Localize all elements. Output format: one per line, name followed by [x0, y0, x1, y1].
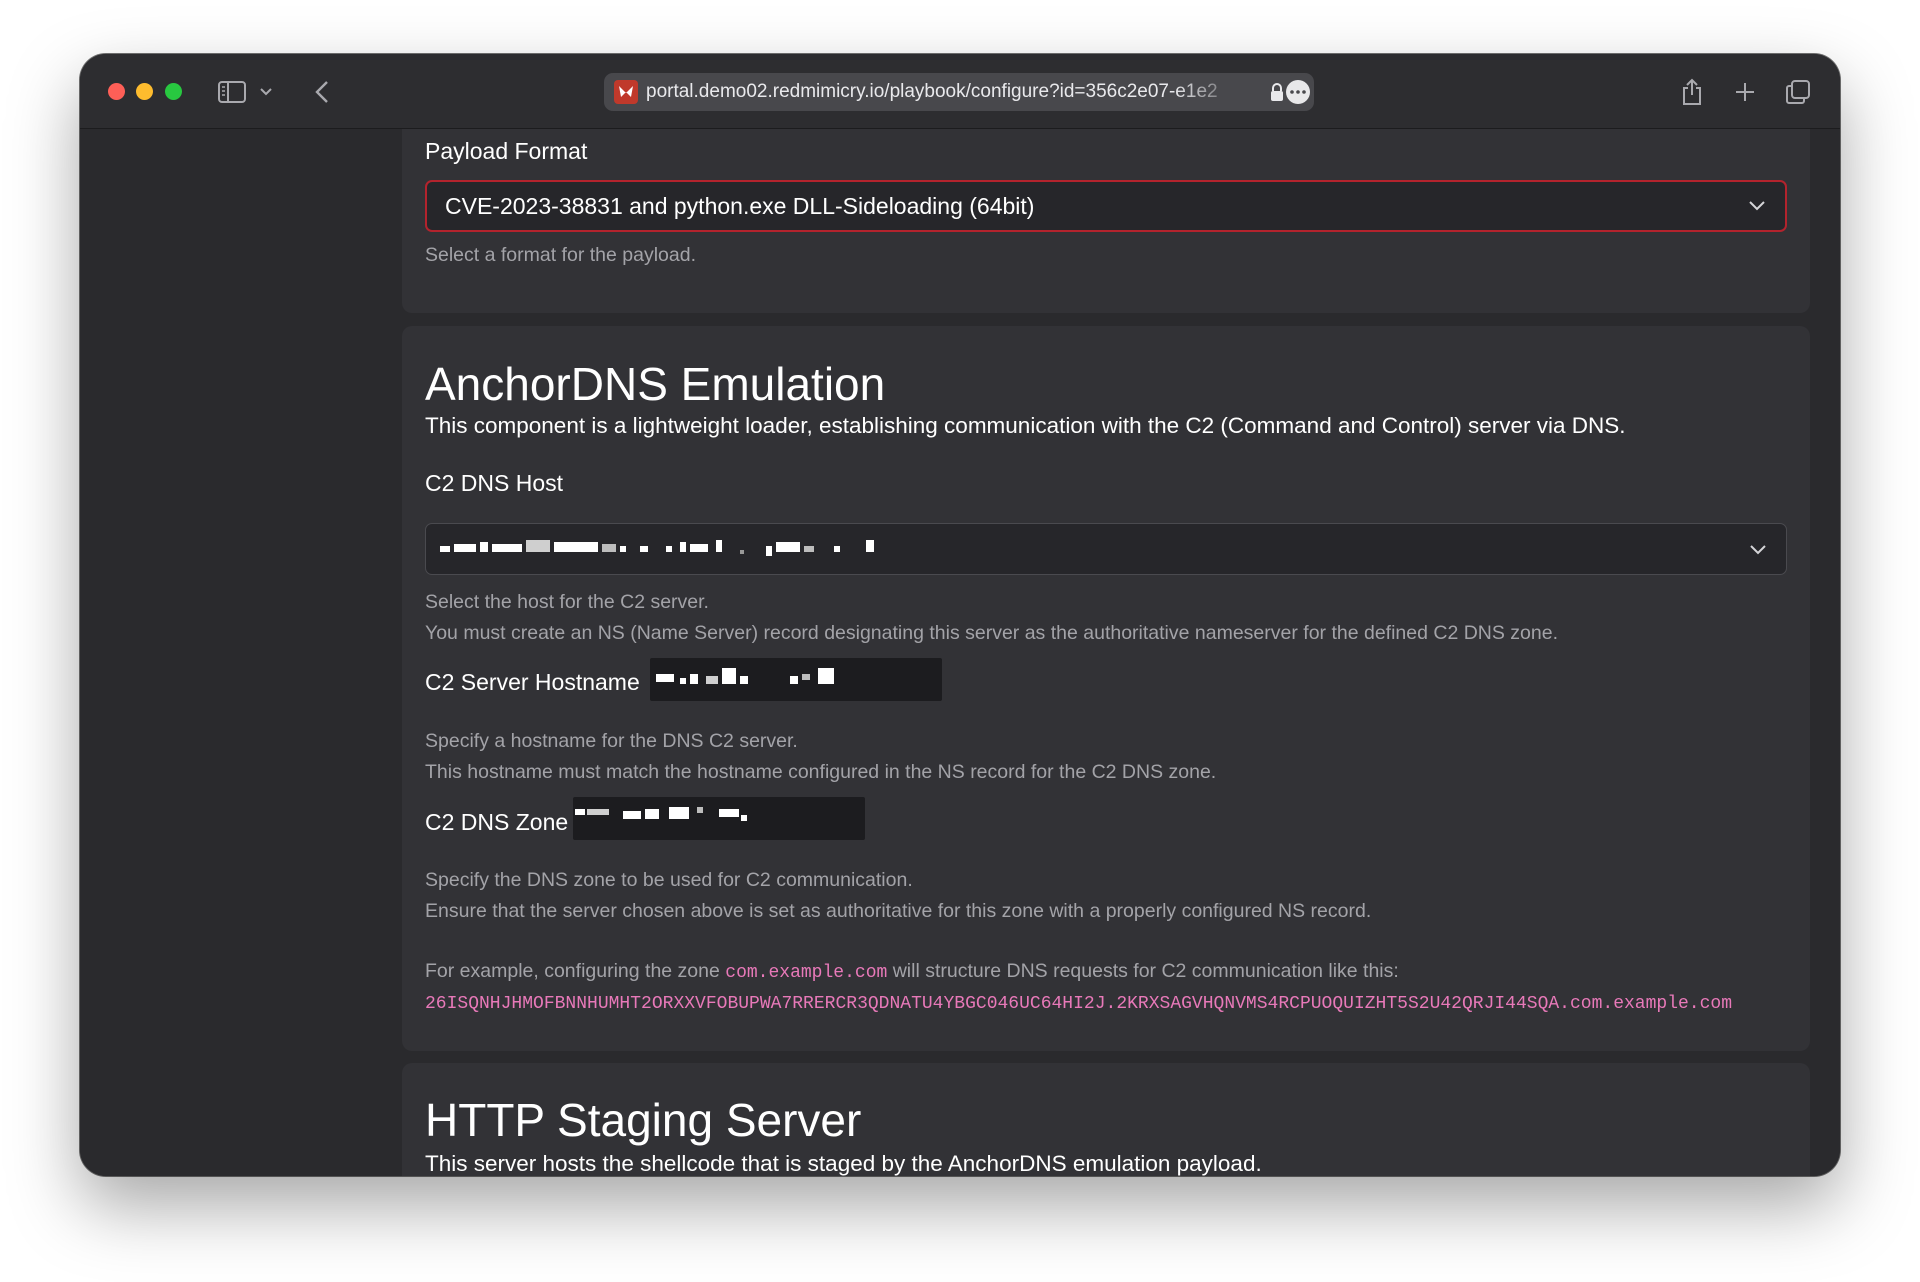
dns-example-request: 26ISQNHJHMOFBNNHUMHT2ORXXVFOBUPWA7RRERCR… — [425, 987, 1732, 1020]
dns-example-text: For example, configuring the zone com.ex… — [425, 956, 1399, 989]
c2-server-hostname-help-2: This hostname must match the hostname co… — [425, 761, 1217, 783]
payload-format-label: Payload Format — [425, 138, 588, 164]
payload-format-help: Select a format for the payload. — [425, 244, 696, 266]
payload-format-value: CVE-2023-38831 and python.exe DLL-Sidelo… — [445, 193, 1035, 219]
redacted-host-value — [440, 538, 960, 560]
lock-icon — [1270, 82, 1284, 107]
c2-server-hostname-label: C2 Server Hostname — [425, 669, 640, 695]
dns-example-zone-code: com.example.com — [725, 963, 888, 983]
chevron-down-icon[interactable] — [256, 76, 276, 108]
c2-server-hostname-input[interactable] — [650, 658, 942, 701]
minimize-window-button[interactable] — [136, 83, 153, 100]
address-bar[interactable]: portal.demo02.redmimicry.io/playbook/con… — [604, 73, 1314, 111]
anchordns-title: AnchorDNS Emulation — [425, 358, 886, 410]
back-icon[interactable] — [306, 76, 338, 108]
site-favicon-icon — [614, 80, 638, 104]
anchordns-description: This component is a lightweight loader, … — [425, 413, 1626, 438]
c2-dns-zone-label: C2 DNS Zone — [425, 809, 569, 835]
chevron-down-icon — [1749, 198, 1765, 216]
sidebar-toggle-icon[interactable] — [216, 76, 248, 108]
payload-format-select[interactable]: CVE-2023-38831 and python.exe DLL-Sidelo… — [425, 180, 1787, 232]
c2-dns-zone-input[interactable] — [573, 797, 865, 840]
c2-dns-host-select[interactable] — [425, 523, 1787, 575]
c2-dns-zone-help-2: Ensure that the server chosen above is s… — [425, 900, 1372, 922]
zoom-window-button[interactable] — [165, 83, 182, 100]
tab-overview-icon[interactable] — [1782, 76, 1814, 108]
share-icon[interactable] — [1676, 76, 1708, 108]
browser-window: portal.demo02.redmimicry.io/playbook/con… — [80, 54, 1840, 1176]
c2-dns-host-label: C2 DNS Host — [425, 470, 564, 496]
browser-toolbar: portal.demo02.redmimicry.io/playbook/con… — [80, 54, 1840, 129]
c2-server-hostname-help-1: Specify a hostname for the DNS C2 server… — [425, 730, 798, 752]
dns-example-suffix: will structure DNS requests for C2 commu… — [892, 960, 1399, 982]
chevron-down-icon — [1750, 542, 1766, 560]
c2-dns-host-help-2: You must create an NS (Name Server) reco… — [425, 622, 1558, 644]
url-text: portal.demo02.redmimicry.io/playbook/con… — [646, 81, 1218, 102]
dns-example-request-code: 26ISQNHJHMOFBNNHUMHT2ORXXVFOBUPWA7RRERCR… — [425, 994, 1733, 1014]
http-staging-title: HTTP Staging Server — [425, 1094, 862, 1146]
close-window-button[interactable] — [108, 83, 125, 100]
c2-dns-host-help-1: Select the host for the C2 server. — [425, 591, 709, 613]
http-staging-description: This server hosts the shellcode that is … — [425, 1151, 1262, 1176]
page-content: Payload Format CVE-2023-38831 and python… — [80, 129, 1840, 1176]
more-options-icon[interactable] — [1286, 80, 1310, 104]
dns-example-prefix: For example, configuring the zone — [425, 960, 720, 982]
c2-dns-zone-help-1: Specify the DNS zone to be used for C2 c… — [425, 869, 913, 891]
new-tab-icon[interactable] — [1729, 76, 1761, 108]
